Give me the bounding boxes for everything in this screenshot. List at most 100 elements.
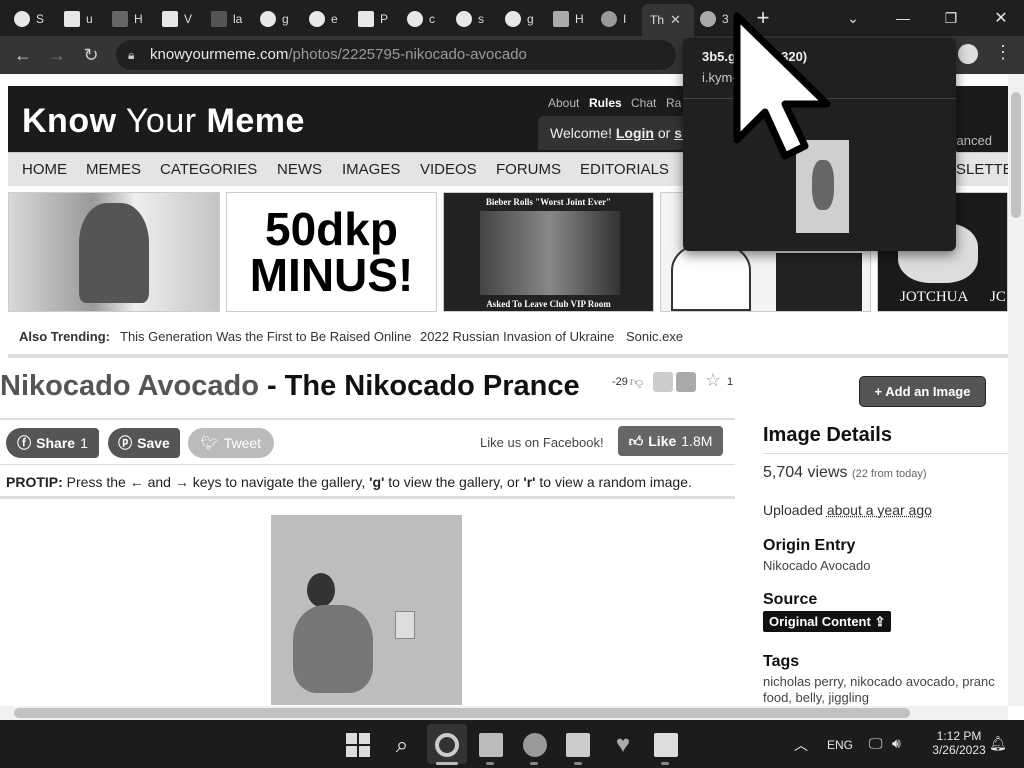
browser-tab[interactable]: S (14, 6, 54, 32)
trending-link[interactable]: 2022 Russian Invasion of Ukraine (420, 329, 614, 344)
photos-icon[interactable] (654, 733, 678, 757)
active-indicator (436, 762, 458, 765)
upload-date[interactable]: about a year ago (827, 502, 932, 518)
vote-score: -29 (612, 376, 628, 388)
nav-memes[interactable]: MEMES (86, 161, 141, 178)
view-count: 5,704 views (22 from today) (763, 464, 927, 481)
chat-link[interactable]: Chat (631, 96, 656, 110)
clock[interactable]: 1:12 PM 3/26/2023 (930, 729, 988, 757)
tab-strip: S u H V la g e P c s g H I Th ✕ 3 + ⌄ — ❐… (0, 0, 1024, 36)
address-bar[interactable]: 🔒︎ knowyourmeme.com/photos/2225795-nikoc… (116, 40, 676, 70)
browser-tab[interactable]: P (358, 6, 398, 32)
heart-app-icon[interactable]: ♥ (611, 733, 635, 757)
nav-editorials[interactable]: EDITORIALS (580, 161, 669, 178)
start-button[interactable] (346, 733, 370, 757)
random-link[interactable]: Ra (666, 96, 681, 110)
trending-link[interactable]: Sonic.exe (626, 329, 683, 344)
meme-image[interactable] (271, 515, 462, 705)
network-icon[interactable]: 🖵︎ (869, 735, 883, 752)
volume-icon[interactable]: 🔊︎ (892, 735, 901, 752)
tab-search-icon[interactable]: ⌄ (830, 0, 876, 36)
windows-logo-icon (346, 733, 357, 744)
restore-button[interactable]: ❐ (928, 0, 974, 36)
app-icon[interactable] (566, 733, 590, 757)
notification-icon[interactable]: 🔔︎ (989, 735, 1007, 752)
browser-tab[interactable]: c (407, 6, 447, 32)
share-button[interactable]: ⓕ Share 1 (6, 428, 99, 458)
browser-tab[interactable]: g (505, 6, 545, 32)
site-favicon-icon (64, 11, 80, 27)
trending-thumb[interactable]: 50dkp MINUS! (226, 192, 437, 312)
app-icon[interactable] (523, 733, 547, 757)
entry-title-link[interactable]: Nikocado Avocado (0, 370, 259, 402)
divider (0, 496, 735, 499)
chrome-icon[interactable] (435, 733, 459, 757)
date: 3/26/2023 (932, 743, 986, 757)
nav-forums[interactable]: FORUMS (496, 161, 561, 178)
image-details-heading: Image Details (763, 424, 892, 446)
nav-videos[interactable]: VIDEOS (420, 161, 477, 178)
nav-home[interactable]: HOME (22, 161, 67, 178)
tray-chevron-icon[interactable]: ︿ (794, 735, 808, 755)
trending-thumb[interactable]: Bieber Rolls "Worst Joint Ever" Asked To… (443, 192, 654, 312)
site-logo[interactable]: Know Your Meme (22, 102, 305, 141)
horizontal-scrollbar[interactable] (0, 706, 1008, 720)
browser-tab[interactable]: la (211, 6, 251, 32)
windows-logo-icon (359, 733, 370, 744)
minimize-button[interactable]: — (880, 0, 926, 36)
about-link[interactable]: About (548, 96, 579, 110)
nav-images[interactable]: IMAGES (342, 161, 400, 178)
browser-tab[interactable]: g (260, 6, 300, 32)
running-indicator (530, 762, 538, 765)
time: 1:12 PM (936, 729, 982, 743)
browser-tab[interactable]: V (162, 6, 202, 32)
nav-news[interactable]: NEWS (277, 161, 322, 178)
site-favicon-icon (211, 11, 227, 27)
pinterest-save-button[interactable]: ⓟ Save (108, 428, 180, 458)
mouse-cursor-icon (733, 12, 831, 160)
profile-icon[interactable] (958, 44, 978, 64)
original-content-badge[interactable]: Original Content ⇪ (763, 611, 892, 632)
browser-tab[interactable]: e (309, 6, 349, 32)
browser-tab[interactable]: H (553, 6, 593, 32)
reload-icon[interactable]: ↻ (81, 45, 101, 65)
rules-link[interactable]: Rules (589, 96, 622, 110)
tags-list[interactable]: food, belly, jiggling (763, 690, 869, 705)
divider (8, 354, 1008, 358)
browser-tab[interactable]: H (112, 6, 152, 32)
menu-kebab-icon[interactable]: ⋮ (994, 42, 1012, 63)
close-tab-icon[interactable]: ✕ (670, 12, 681, 28)
tags-list[interactable]: nicholas perry, nikocado avocado, pranc (763, 674, 995, 689)
forward-icon[interactable]: → (47, 45, 67, 65)
file-explorer-icon[interactable] (479, 733, 503, 757)
trending-thumb[interactable] (8, 192, 220, 312)
windows-logo-icon (359, 746, 370, 757)
language-indicator[interactable]: ENG (827, 738, 853, 752)
windows-icon (553, 11, 569, 27)
trending-link[interactable]: This Generation Was the First to Be Rais… (120, 329, 411, 344)
dislike-icon[interactable]: 👎︎ (630, 374, 643, 390)
facebook-like-button[interactable]: 👍︎ Like 1.8M (618, 426, 723, 456)
upvote-button[interactable] (653, 372, 673, 392)
upload-icon: ⇪ (874, 614, 886, 629)
login-link[interactable]: Login (616, 125, 654, 141)
facebook-icon: ⓕ (17, 435, 32, 451)
scroll-thumb[interactable] (1011, 92, 1021, 218)
back-icon[interactable]: ← (13, 45, 33, 65)
close-window-button[interactable]: ✕ (978, 0, 1024, 36)
search-icon[interactable]: ⌕ (390, 733, 414, 757)
browser-tab[interactable]: I (601, 6, 639, 32)
uploaded-info: Uploaded about a year ago (763, 502, 932, 518)
tweet-button[interactable]: 🐦︎ Tweet (188, 428, 274, 458)
scroll-thumb[interactable] (14, 708, 910, 718)
nav-newsletter[interactable]: SLETTE (956, 161, 1008, 178)
origin-entry-link[interactable]: Nikocado Avocado (763, 558, 870, 573)
browser-tab[interactable]: u (64, 6, 104, 32)
nav-categories[interactable]: CATEGORIES (160, 161, 257, 178)
downvote-button[interactable] (676, 372, 696, 392)
vertical-scrollbar[interactable] (1008, 74, 1024, 706)
browser-tab[interactable]: s (456, 6, 496, 32)
add-image-button[interactable]: + Add an Image (859, 376, 986, 407)
browser-tab-active[interactable]: Th ✕ (642, 4, 694, 36)
favorite-star-icon[interactable]: ☆ (705, 370, 721, 391)
